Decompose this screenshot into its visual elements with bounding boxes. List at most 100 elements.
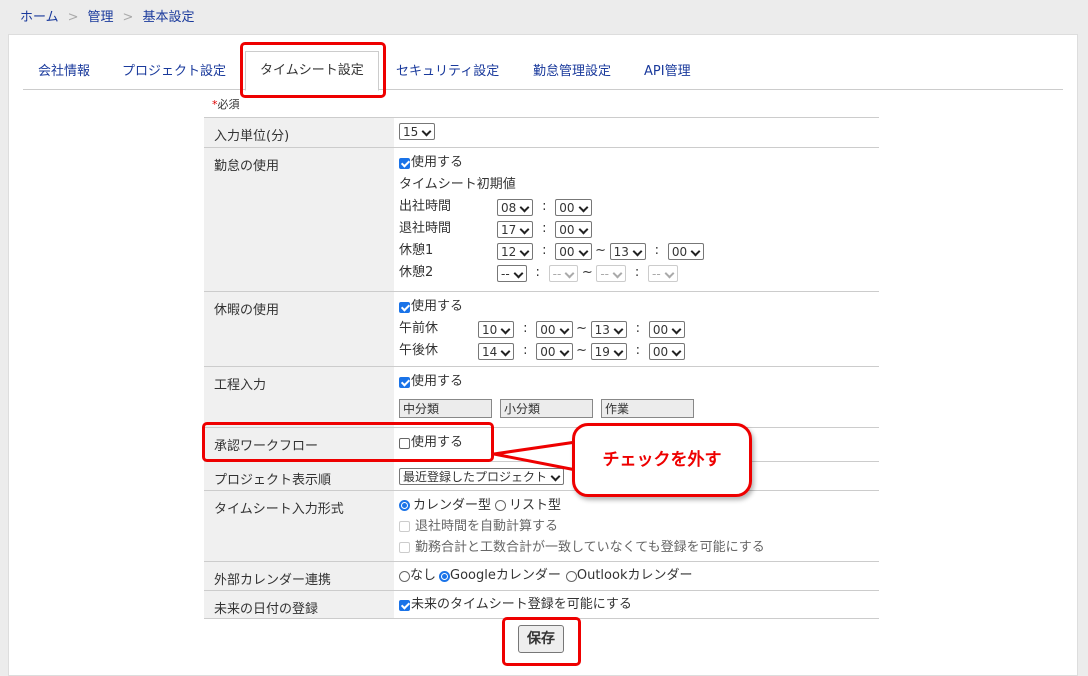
colon: : (634, 265, 640, 280)
row-process: 工程入力 使用する 中分類 小分類 作業 (204, 366, 879, 428)
process-middle-category-input[interactable]: 中分類 (399, 399, 492, 418)
pm-end-minute-select[interactable]: 00 (648, 342, 686, 360)
allow-mismatch-label: 勤務合計と工数合計が一致していなくても登録を可能にする (415, 539, 765, 555)
end-time-label: 退社時間 (399, 221, 452, 236)
list-type-label: リスト型 (509, 497, 562, 513)
break1-end-hour-select[interactable]: 13 (609, 242, 646, 260)
breadcrumb-separator: > (122, 10, 134, 25)
label-process: 工程入力 (204, 366, 394, 428)
row-attendance: 勤怠の使用 使用する タイムシート初期値 出社時間 08:00 退社時間 17:00… (204, 147, 879, 292)
tab-attendance-settings[interactable]: 勤怠管理設定 (533, 60, 611, 79)
radio-google-calendar[interactable] (439, 570, 451, 582)
process-task-input[interactable]: 作業 (601, 399, 694, 418)
colon: : (542, 199, 547, 214)
highlight-workflow-row (202, 422, 494, 462)
row-future-dates: 未来の日付の登録 未来のタイムシート登録を可能にする (204, 590, 879, 619)
radio-calendar-type[interactable] (399, 500, 410, 511)
required-text: 必須 (217, 98, 240, 111)
required-note: *必須 (212, 96, 240, 112)
value-future-dates: 未来のタイムシート登録を可能にする (394, 590, 879, 619)
input-unit-select[interactable]: 15 (399, 122, 436, 140)
process-sub-category-input[interactable]: 小分類 (500, 399, 593, 418)
label-input-unit: 入力単位(分) (204, 117, 394, 148)
tab-security-settings[interactable]: セキュリティ設定 (396, 60, 499, 79)
value-leave: 使用する 午前休 10:00 ~13:00 午後休 14:00 ~19:00 (394, 291, 879, 367)
future-dates-checkbox[interactable] (399, 599, 410, 611)
start-time-label: 出社時間 (399, 199, 452, 214)
breadcrumb-current: 基本設定 (142, 10, 195, 25)
callout-bubble: チェックを外す (572, 423, 752, 497)
row-input-unit: 入力単位(分) 15 (204, 117, 879, 148)
colon: : (542, 221, 547, 236)
label-input-format: タイムシート入力形式 (204, 490, 394, 562)
colon: : (654, 243, 660, 258)
break1-label: 休憩1 (399, 243, 434, 258)
value-calendar-integration: なし Googleカレンダー Outlookカレンダー (394, 561, 879, 591)
am-start-minute-select[interactable]: 00 (536, 320, 573, 338)
break2-end-hour-select: -- (596, 264, 627, 282)
calendar-none-label: なし (410, 568, 437, 583)
row-calendar-integration: 外部カレンダー連携 なし Googleカレンダー Outlookカレンダー (204, 561, 879, 591)
tab-bar: 会社情報 プロジェクト設定 タイムシート設定 セキュリティ設定 勤怠管理設定 A… (23, 45, 1063, 91)
callout-pointer (492, 440, 578, 472)
radio-outlook-calendar[interactable] (565, 570, 577, 582)
value-input-unit: 15 (394, 117, 879, 148)
allow-mismatch-checkbox[interactable] (399, 542, 410, 553)
breadcrumb-home[interactable]: ホーム (20, 10, 59, 25)
break1-end-minute-select[interactable]: 00 (667, 242, 705, 260)
break2-start-hour-select[interactable]: -- (497, 264, 527, 282)
highlight-active-tab (240, 42, 386, 98)
end-minute-select[interactable]: 00 (555, 220, 592, 238)
tab-api-management[interactable]: API管理 (644, 60, 691, 79)
label-future-dates: 未来の日付の登録 (204, 590, 394, 619)
auto-calc-checkbox[interactable] (399, 521, 410, 532)
am-start-hour-select[interactable]: 10 (478, 320, 515, 338)
value-input-format: カレンダー型 リスト型 退社時間を自動計算する 勤務合計と工数合計が一致していなく… (394, 490, 879, 562)
colon: : (535, 265, 540, 280)
tilde: ~ (595, 243, 607, 258)
row-leave: 休暇の使用 使用する 午前休 10:00 ~13:00 午後休 14:00 ~19:00 (204, 291, 879, 367)
timesheet-settings-form: 入力単位(分) 15 勤怠の使用 使用する タイムシート初期値 出社時間 08:0… (204, 117, 879, 619)
future-dates-checkbox-label: 未来のタイムシート登録を可能にする (411, 597, 632, 612)
colon: : (523, 343, 528, 358)
colon: : (635, 321, 641, 336)
break1-start-hour-select[interactable]: 12 (497, 242, 534, 260)
label-attendance: 勤怠の使用 (204, 147, 394, 292)
pm-start-minute-select[interactable]: 00 (536, 342, 573, 360)
row-input-format: タイムシート入力形式 カレンダー型 リスト型 退社時間を自動計算する 勤務合計と工… (204, 490, 879, 562)
start-hour-select[interactable]: 08 (497, 198, 534, 216)
callout-text: チェックを外す (602, 450, 722, 470)
tab-company-info[interactable]: 会社情報 (38, 60, 90, 79)
breadcrumb-admin[interactable]: 管理 (88, 10, 114, 25)
break2-label: 休憩2 (399, 265, 434, 280)
label-leave: 休暇の使用 (204, 291, 394, 367)
am-end-hour-select[interactable]: 13 (590, 320, 627, 338)
start-minute-select[interactable]: 00 (555, 198, 592, 216)
process-checkbox[interactable] (399, 376, 410, 388)
breadcrumb: ホーム > 管理 > 基本設定 (20, 6, 194, 25)
attendance-checkbox[interactable] (399, 157, 410, 169)
radio-list-type[interactable] (495, 500, 507, 511)
tilde: ~ (581, 265, 593, 280)
value-attendance: 使用する タイムシート初期値 出社時間 08:00 退社時間 17:00 休憩1 12… (394, 147, 879, 292)
value-process: 使用する 中分類 小分類 作業 (394, 366, 879, 428)
label-calendar-integration: 外部カレンダー連携 (204, 561, 394, 591)
outlook-calendar-label: Outlookカレンダー (576, 568, 693, 583)
save-button[interactable]: 保存 (518, 625, 564, 653)
pm-start-hour-select[interactable]: 14 (478, 342, 515, 360)
pm-end-hour-select[interactable]: 19 (590, 342, 627, 360)
colon: : (635, 343, 641, 358)
radio-calendar-none[interactable] (399, 570, 410, 582)
colon: : (542, 243, 547, 258)
end-hour-select[interactable]: 17 (497, 220, 534, 238)
label-project-order: プロジェクト表示順 (204, 461, 394, 491)
tilde: ~ (576, 321, 588, 336)
break1-start-minute-select[interactable]: 00 (555, 242, 592, 260)
tab-project-settings[interactable]: プロジェクト設定 (122, 60, 226, 79)
am-end-minute-select[interactable]: 00 (648, 320, 686, 338)
auto-calc-label: 退社時間を自動計算する (415, 518, 559, 534)
leave-checkbox[interactable] (399, 301, 410, 313)
google-calendar-label: Googleカレンダー (450, 568, 561, 583)
tilde: ~ (576, 343, 588, 358)
timesheet-defaults-title: タイムシート初期値 (399, 177, 516, 192)
